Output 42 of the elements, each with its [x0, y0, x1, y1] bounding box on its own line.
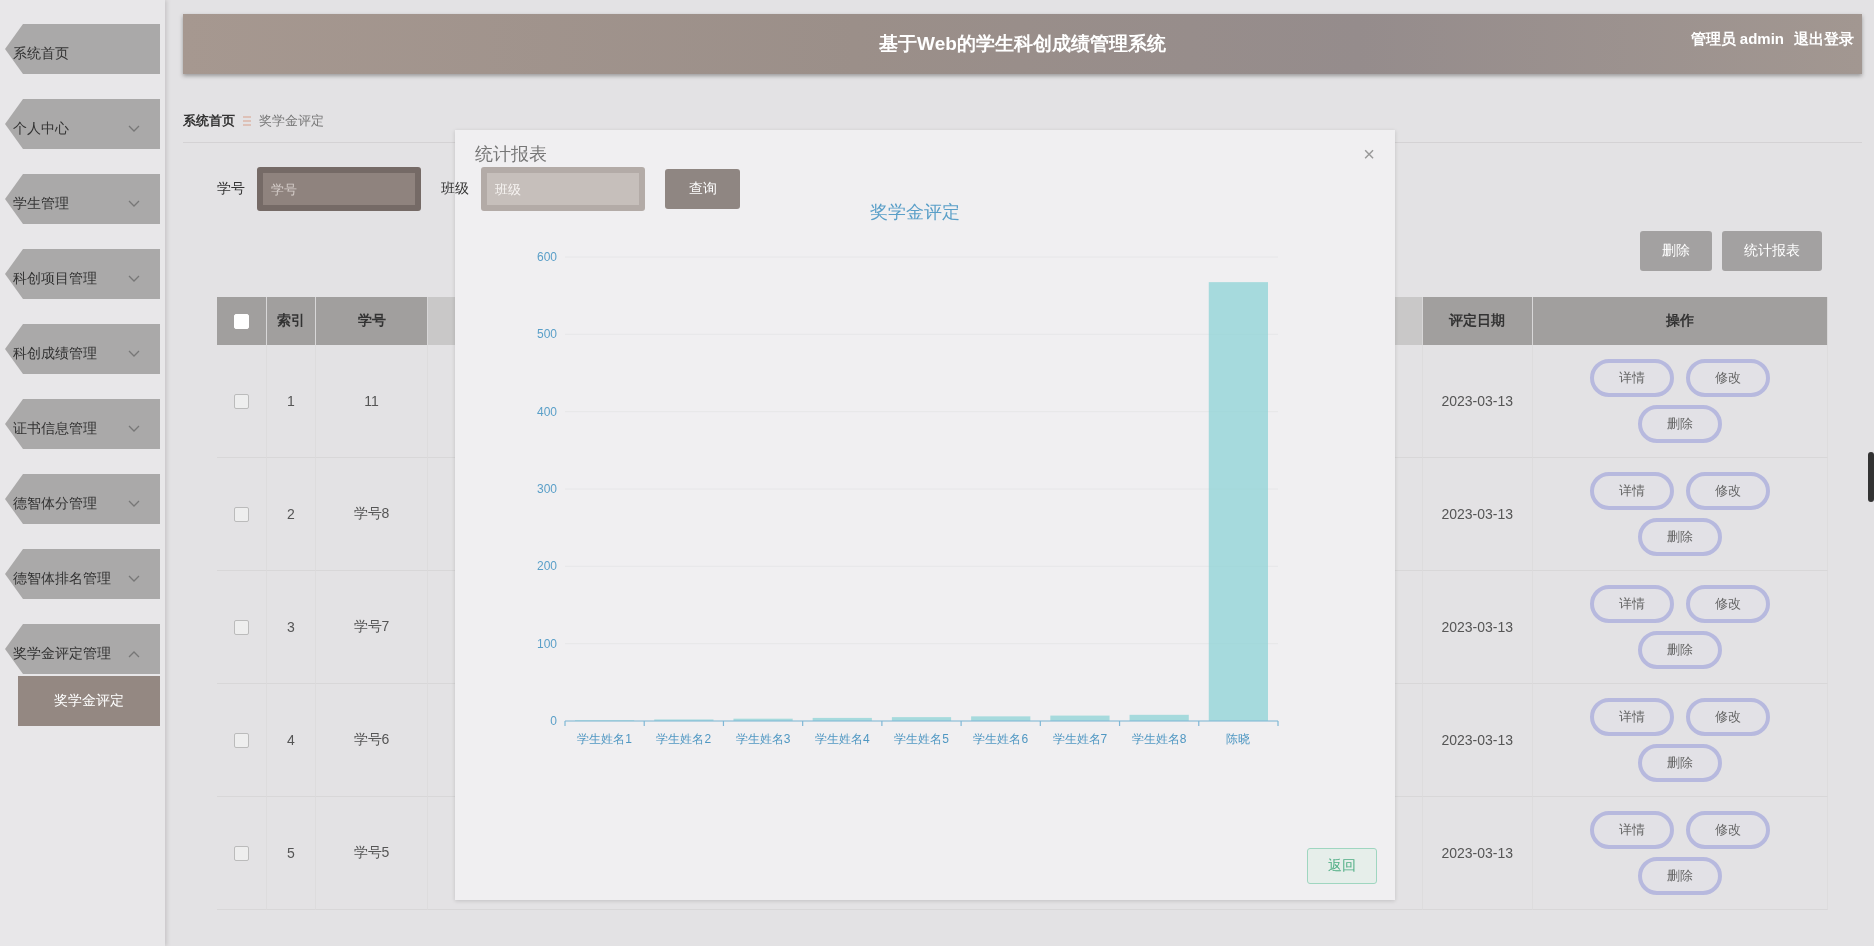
column-header: 学号 [316, 297, 428, 345]
axis-tick-label: 0 [550, 714, 557, 728]
table-cell: 11 [316, 345, 428, 458]
column-header: 操作 [1533, 297, 1828, 345]
table-cell: 2023-03-13 [1422, 684, 1533, 797]
dialog-title: 统计报表 [475, 143, 547, 166]
axis-tick-label: 600 [536, 250, 557, 264]
axis-label: 学生姓名5 [894, 732, 949, 746]
axis-label: 学生姓名3 [735, 732, 791, 746]
table-cell: 1 [267, 345, 316, 458]
user-label: 管理员 admin [1690, 30, 1784, 49]
column-header: 评定日期 [1422, 297, 1533, 345]
table-cell: 2023-03-13 [1422, 345, 1533, 458]
table-cell: 5 [267, 797, 316, 910]
axis-label: 学生姓名8 [1131, 732, 1187, 746]
table-cell: 4 [267, 684, 316, 797]
axis-label: 学生姓名1 [577, 732, 632, 746]
table-cell: 2 [267, 458, 316, 571]
table-cell: 3 [267, 571, 316, 684]
table-cell: 学号6 [316, 684, 428, 797]
axis-label: 学生姓名4 [814, 732, 870, 746]
axis-tick-label: 400 [536, 404, 557, 419]
table-cell: 2023-03-13 [1422, 571, 1533, 684]
chart-title: 奖学金评定 [870, 201, 960, 224]
axis-tick-label: 300 [536, 482, 557, 496]
table-cell: 学号8 [316, 458, 428, 571]
axis-label: 学生姓名6 [973, 732, 1029, 746]
breadcrumb-current: 奖学金评定 [259, 112, 324, 130]
field-label: 学号 [217, 180, 245, 198]
table-cell: 2023-03-13 [1422, 458, 1533, 571]
axis-tick-label: 100 [536, 636, 557, 651]
column-header: 索引 [267, 297, 316, 345]
axis-label: 学生姓名7 [1052, 732, 1108, 746]
axis-tick-label: 500 [536, 327, 557, 342]
axis-label: 陈晓 [1226, 732, 1251, 746]
axis-label: 学生姓名2 [656, 732, 712, 746]
table-cell: 学号5 [316, 797, 428, 910]
axis-tick-label: 200 [536, 559, 557, 574]
table-cell: 学号7 [316, 571, 428, 684]
table-cell: 2023-03-13 [1422, 797, 1533, 910]
field-label: 班级 [441, 180, 469, 198]
app-title: 基于Web的学生科创成绩管理系统 [879, 32, 1166, 56]
